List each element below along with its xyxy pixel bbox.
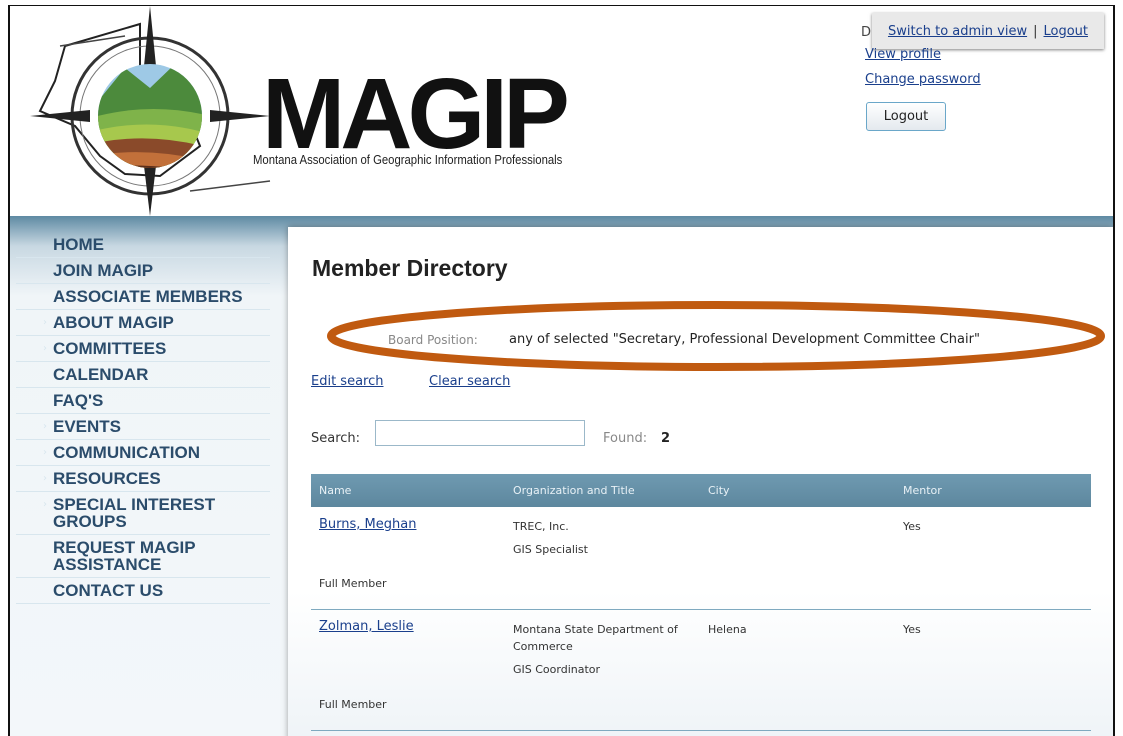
column-header-mentor[interactable]: Mentor	[903, 484, 942, 497]
column-header-name[interactable]: Name	[319, 484, 351, 497]
member-level: Full Member	[319, 577, 387, 590]
page-frame: MAGIP Montana Association of Geographic …	[8, 5, 1115, 736]
member-table: Name Organization and Title City Mentor …	[311, 474, 1091, 731]
admin-bar-logout-link[interactable]: Logout	[1043, 24, 1088, 39]
magip-compass-logo-icon	[30, 6, 271, 216]
search-input[interactable]	[375, 420, 585, 446]
table-row: Zolman, Leslie Montana State Department …	[311, 610, 1091, 731]
nav-item-home[interactable]: HOME	[16, 232, 270, 258]
nav-item-label: EVENTS	[53, 417, 122, 436]
nav-item-events[interactable]: › EVENTS	[16, 414, 270, 440]
view-profile-link[interactable]: View profile	[865, 47, 941, 62]
nav-item-label: SPECIAL INTEREST GROUPS	[53, 495, 216, 531]
column-header-city[interactable]: City	[708, 484, 730, 497]
nav-item-associate-members[interactable]: ASSOCIATE MEMBERS	[16, 284, 270, 310]
nav-item-communication[interactable]: › COMMUNICATION	[16, 440, 270, 466]
logo-wordmark: MAGIP	[262, 58, 570, 170]
nav-item-committees[interactable]: › COMMITTEES	[16, 336, 270, 362]
member-name-link[interactable]: Zolman, Leslie	[319, 619, 414, 634]
nav-item-label: REQUEST MAGIP ASSISTANCE	[53, 538, 196, 574]
member-organization: TREC, Inc.	[513, 520, 569, 533]
nav-item-contact-us[interactable]: CONTACT US	[16, 578, 270, 604]
nav-item-join-magip[interactable]: JOIN MAGIP	[16, 258, 270, 284]
nav-item-request-magip-assistance[interactable]: REQUEST MAGIP ASSISTANCE	[16, 535, 270, 578]
submenu-arrow-icon: ›	[43, 343, 47, 354]
nav-item-label: CONTACT US	[53, 581, 164, 600]
nav-item-label: ABOUT MAGIP	[53, 313, 174, 332]
table-row: Burns, Meghan TREC, Inc. GIS Specialist …	[311, 507, 1091, 610]
clear-search-link[interactable]: Clear search	[429, 374, 510, 389]
criteria-value: any of selected "Secretary, Professional…	[509, 332, 980, 347]
search-label: Search:	[311, 431, 361, 446]
content-panel: Member Directory Board Position: any of …	[288, 227, 1113, 736]
page-title: Member Directory	[312, 255, 508, 281]
nav-item-faq-s[interactable]: FAQ'S	[16, 388, 270, 414]
submenu-arrow-icon: ›	[43, 421, 47, 432]
site-header: MAGIP Montana Association of Geographic …	[10, 6, 1113, 216]
admin-bar: Switch to admin view | Logout	[872, 13, 1104, 49]
submenu-arrow-icon: ›	[43, 499, 47, 510]
partially-hidden-text: D	[861, 25, 872, 40]
member-mentor: Yes	[903, 520, 921, 533]
logout-button[interactable]: Logout	[866, 102, 946, 131]
found-label: Found:	[603, 431, 648, 446]
nav-item-label: RESOURCES	[53, 469, 161, 488]
member-mentor: Yes	[903, 623, 921, 636]
table-header: Name Organization and Title City Mentor	[311, 474, 1091, 507]
submenu-arrow-icon: ›	[43, 317, 47, 328]
edit-search-link[interactable]: Edit search	[311, 374, 384, 389]
found-count: 2	[661, 431, 671, 446]
logo-subtitle: Montana Association of Geographic Inform…	[253, 152, 563, 167]
submenu-arrow-icon: ›	[43, 447, 47, 458]
nav-item-label: COMMUNICATION	[53, 443, 200, 462]
member-name-link[interactable]: Burns, Meghan	[319, 517, 416, 532]
submenu-arrow-icon: ›	[43, 473, 47, 484]
nav-item-special-interest-groups[interactable]: › SPECIAL INTEREST GROUPS	[16, 492, 270, 535]
change-password-link[interactable]: Change password	[865, 72, 981, 87]
nav-item-label: COMMITTEES	[53, 339, 167, 358]
nav-item-label: JOIN MAGIP	[53, 261, 154, 280]
criteria-label: Board Position:	[388, 333, 478, 347]
member-city: Helena	[708, 623, 747, 636]
member-organization: Montana State Department of Commerce	[513, 623, 678, 653]
member-level: Full Member	[319, 698, 387, 711]
nav-item-label: HOME	[53, 235, 104, 254]
switch-to-admin-link[interactable]: Switch to admin view	[888, 24, 1027, 39]
member-title: GIS Coordinator	[513, 663, 601, 676]
nav-item-resources[interactable]: › RESOURCES	[16, 466, 270, 492]
nav-item-calendar[interactable]: CALENDAR	[16, 362, 270, 388]
nav-item-about-magip[interactable]: › ABOUT MAGIP	[16, 310, 270, 336]
member-title: GIS Specialist	[513, 543, 588, 556]
column-header-organization[interactable]: Organization and Title	[513, 484, 635, 497]
nav-item-label: CALENDAR	[53, 365, 149, 384]
main-nav: HOME JOIN MAGIP ASSOCIATE MEMBERS › ABOUT MA…	[16, 232, 270, 736]
nav-item-label: ASSOCIATE MEMBERS	[53, 287, 243, 306]
admin-bar-separator: |	[1033, 23, 1038, 39]
nav-item-label: FAQ'S	[53, 391, 104, 410]
